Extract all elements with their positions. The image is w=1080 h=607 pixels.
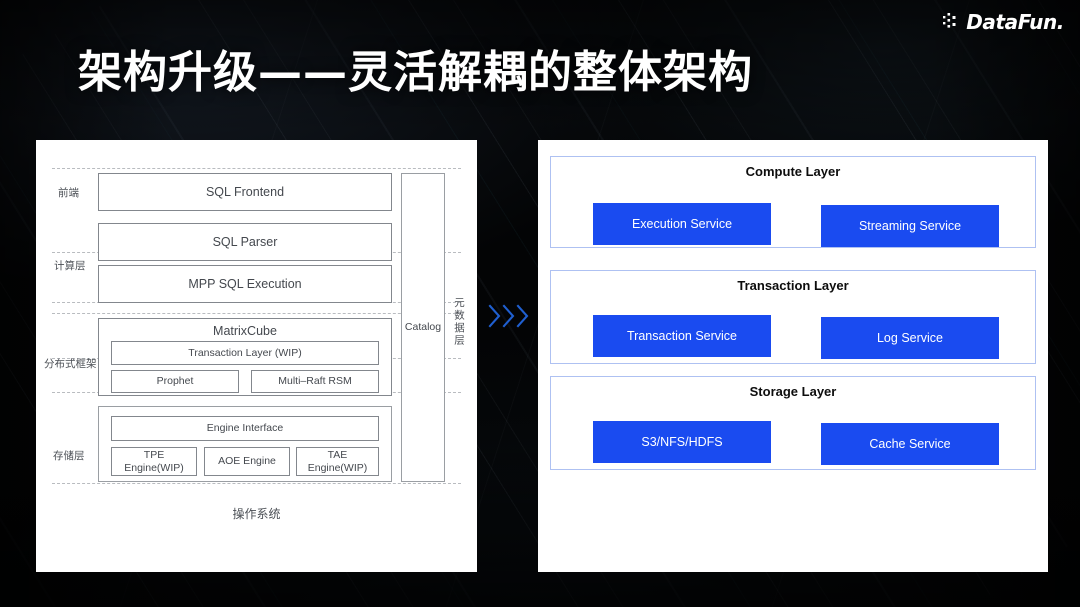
metadata-layer-label: 元数据层 xyxy=(453,297,465,347)
row-label-distributed: 分布式框架 xyxy=(44,358,97,370)
layer-storage-title: Storage Layer xyxy=(749,384,837,399)
chevron-right-icon xyxy=(488,304,529,328)
os-label: 操作系统 xyxy=(232,507,281,521)
service-streaming: Streaming Service xyxy=(821,205,999,247)
divider-top xyxy=(52,168,461,169)
box-engine-interface: Engine Interface xyxy=(111,416,379,441)
box-sql-frontend: SQL Frontend xyxy=(98,173,392,211)
transition-arrows xyxy=(487,303,531,329)
service-object-storage: S3/NFS/HDFS xyxy=(593,421,771,463)
new-architecture-card: Compute Layer Execution Service Streamin… xyxy=(538,140,1048,572)
logo-dots-icon xyxy=(943,13,956,28)
row-label-compute: 计算层 xyxy=(54,260,86,272)
row-label-storage: 存储层 xyxy=(53,450,85,462)
row-label-frontend: 前端 xyxy=(58,187,79,199)
box-tpe-engine: TPE Engine(WIP) xyxy=(111,447,197,476)
box-mpp-sql-execution: MPP SQL Execution xyxy=(98,265,392,303)
legacy-architecture-card: 前端 计算层 分布式框架 存储层 SQL Frontend SQL Parser… xyxy=(36,140,477,572)
divider-distributed-top xyxy=(52,313,461,314)
service-log: Log Service xyxy=(821,317,999,359)
service-execution: Execution Service xyxy=(593,203,771,245)
box-catalog: Catalog xyxy=(401,173,445,482)
service-cache: Cache Service xyxy=(821,423,999,465)
divider-os-top xyxy=(52,483,461,484)
box-prophet: Prophet xyxy=(111,370,239,393)
slide-root: DataFun. 架构升级——灵活解耦的整体架构 前端 计算层 分布式框架 存储… xyxy=(0,0,1080,607)
box-aoe-engine: AOE Engine xyxy=(204,447,290,476)
page-title: 架构升级——灵活解耦的整体架构 xyxy=(78,47,753,98)
box-multi-raft-rsm: Multi–Raft RSM xyxy=(251,370,379,393)
box-transaction-layer-wip: Transaction Layer (WIP) xyxy=(111,341,379,365)
layer-compute: Compute Layer Execution Service Streamin… xyxy=(550,156,1036,248)
datafun-logo: DataFun. xyxy=(943,8,1064,36)
layer-compute-title: Compute Layer xyxy=(745,164,841,179)
layer-transaction: Transaction Layer Transaction Service Lo… xyxy=(550,270,1036,364)
box-matrixcube-label: MatrixCube xyxy=(213,324,277,338)
logo-wordmark: DataFun. xyxy=(966,10,1064,34)
box-sql-parser: SQL Parser xyxy=(98,223,392,261)
layer-transaction-title: Transaction Layer xyxy=(737,278,849,293)
service-transaction: Transaction Service xyxy=(593,315,771,357)
box-tae-engine: TAE Engine(WIP) xyxy=(296,447,379,476)
layer-storage: Storage Layer S3/NFS/HDFS Cache Service xyxy=(550,376,1036,470)
